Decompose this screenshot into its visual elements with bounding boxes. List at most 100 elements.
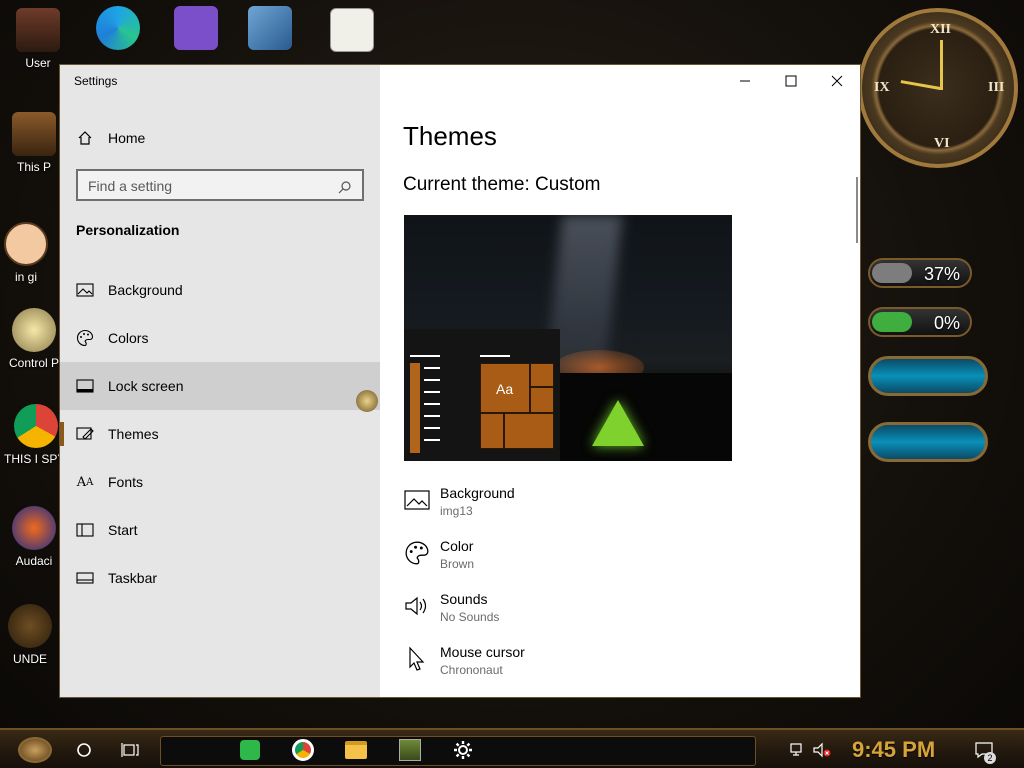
selection-indicator: [60, 422, 64, 446]
nav-item-label: Background: [108, 282, 183, 298]
taskbar-app-sheets[interactable]: [236, 736, 264, 764]
user-icon: [16, 8, 60, 52]
task-view-button[interactable]: [116, 736, 144, 764]
this-pc-desktop-icon[interactable]: This P: [2, 112, 66, 174]
image-icon: [76, 281, 94, 299]
maximize-button[interactable]: [768, 65, 814, 97]
virtualbox-desktop-icon[interactable]: [238, 6, 302, 54]
chrome-desktop-icon[interactable]: THIS I SPYWA: [4, 404, 68, 466]
section-title: Personalization: [76, 222, 180, 238]
cartoon-face-icon: [4, 222, 48, 266]
volume-button[interactable]: [808, 736, 836, 764]
chrome-icon: [292, 739, 314, 761]
control-panel-desktop-icon[interactable]: Control P: [2, 308, 66, 370]
close-icon: [831, 75, 843, 87]
computer-icon: [12, 112, 56, 156]
taskbar-app-chrome[interactable]: [289, 736, 317, 764]
home-icon: [76, 129, 94, 147]
search-icon[interactable]: [336, 178, 354, 196]
prop-value: Chrononaut: [440, 663, 503, 677]
game-icon: [399, 739, 421, 761]
nav-item-lock-screen[interactable]: Lock screen: [60, 362, 380, 412]
prop-name: Color: [440, 538, 474, 554]
audacity-icon: [12, 506, 56, 550]
palette-icon: [76, 329, 94, 347]
palette-icon: [404, 540, 430, 566]
start-button[interactable]: [14, 736, 56, 764]
window-title: Settings: [74, 74, 118, 88]
action-center-button[interactable]: 2: [970, 736, 998, 764]
lightbulb-icon: [12, 308, 56, 352]
notification-count-badge: 2: [984, 752, 996, 764]
user-desktop-icon[interactable]: User: [6, 8, 70, 70]
network-icon: [790, 743, 802, 756]
cortana-button[interactable]: [70, 736, 98, 764]
home-nav-item[interactable]: Home: [76, 125, 145, 151]
clock-minute-hand: [940, 40, 943, 90]
nav-item-taskbar[interactable]: Taskbar: [60, 554, 380, 602]
prop-value: Brown: [440, 557, 475, 571]
taskbar-icon: [76, 569, 94, 587]
hxd-icon: [330, 8, 374, 52]
prop-name: Sounds: [440, 591, 488, 607]
cpu-meter: 37%: [868, 258, 972, 288]
settings-content-pane: Themes Current theme: Custom Aa Backgrou…: [380, 65, 860, 697]
taskbar-app-file-explorer[interactable]: [342, 736, 370, 764]
edge-icon: [96, 6, 140, 50]
taskbar-clock[interactable]: 9:45 PM: [852, 737, 935, 763]
minimize-button[interactable]: [722, 65, 768, 97]
speaker-icon: [404, 593, 430, 619]
preview-start-panel: Aa: [404, 329, 560, 461]
brush-icon: [76, 425, 94, 443]
page-title: Themes: [403, 121, 497, 151]
nav-item-fonts[interactable]: AA Fonts: [60, 458, 380, 506]
theme-preview-image[interactable]: Aa: [404, 215, 732, 461]
search-input[interactable]: Find a setting: [76, 169, 364, 201]
minimize-icon: [740, 80, 750, 82]
lock-screen-icon: [76, 377, 94, 395]
ram-meter-fill: [872, 312, 912, 332]
cortana-icon: [77, 743, 91, 757]
nav-item-label: Taskbar: [108, 570, 158, 586]
search-placeholder: Find a setting: [88, 178, 173, 194]
prop-name: Mouse cursor: [440, 644, 525, 660]
scrollbar-thumb[interactable]: [856, 177, 858, 243]
start-icon: [76, 521, 94, 539]
nav-item-label: Themes: [108, 426, 159, 442]
nav-item-label: Start: [108, 522, 138, 538]
muted-speaker-icon: [813, 742, 831, 758]
home-label: Home: [108, 130, 146, 146]
nav-item-label: Colors: [108, 330, 149, 346]
preview-sample-text: Aa: [496, 381, 514, 397]
taskbar-app-settings[interactable]: [449, 736, 477, 764]
gear-icon: [8, 604, 52, 648]
chrome-icon: [14, 404, 58, 448]
nav-item-background[interactable]: Background: [60, 266, 380, 314]
cpu-meter-value: 37%: [923, 264, 960, 284]
virtualbox-icon: [248, 6, 292, 50]
image-icon: [404, 487, 430, 513]
ram-meter: 0%: [868, 307, 972, 337]
edge-desktop-icon[interactable]: [86, 6, 150, 54]
close-button[interactable]: [814, 65, 860, 97]
nav-item-themes[interactable]: Themes: [60, 410, 380, 458]
prop-value: No Sounds: [440, 610, 500, 624]
folder-icon: [345, 741, 367, 759]
nav-item-label: Lock screen: [108, 378, 184, 394]
nav-item-label: Fonts: [108, 474, 144, 490]
tube-gauge-2: [868, 422, 988, 462]
tube-gauge-1: [868, 356, 988, 396]
cursor-icon: [404, 646, 430, 672]
steampunk-start-icon: [18, 737, 52, 763]
taskbar-app-game[interactable]: [396, 736, 424, 764]
audacity-desktop-icon[interactable]: Audaci: [2, 506, 66, 568]
sheets-icon: [240, 740, 260, 760]
nav-item-start[interactable]: Start: [60, 506, 380, 554]
hxd-desktop-icon[interactable]: [320, 8, 384, 56]
under-desktop-icon[interactable]: UNDE: [0, 604, 62, 666]
current-theme-heading: Current theme: Custom: [403, 174, 601, 195]
prop-name: Background: [440, 485, 515, 501]
nav-item-colors[interactable]: Colors: [60, 314, 380, 362]
visual-studio-desktop-icon[interactable]: [164, 6, 228, 54]
cartoon-desktop-icon[interactable]: in gi: [0, 222, 58, 284]
